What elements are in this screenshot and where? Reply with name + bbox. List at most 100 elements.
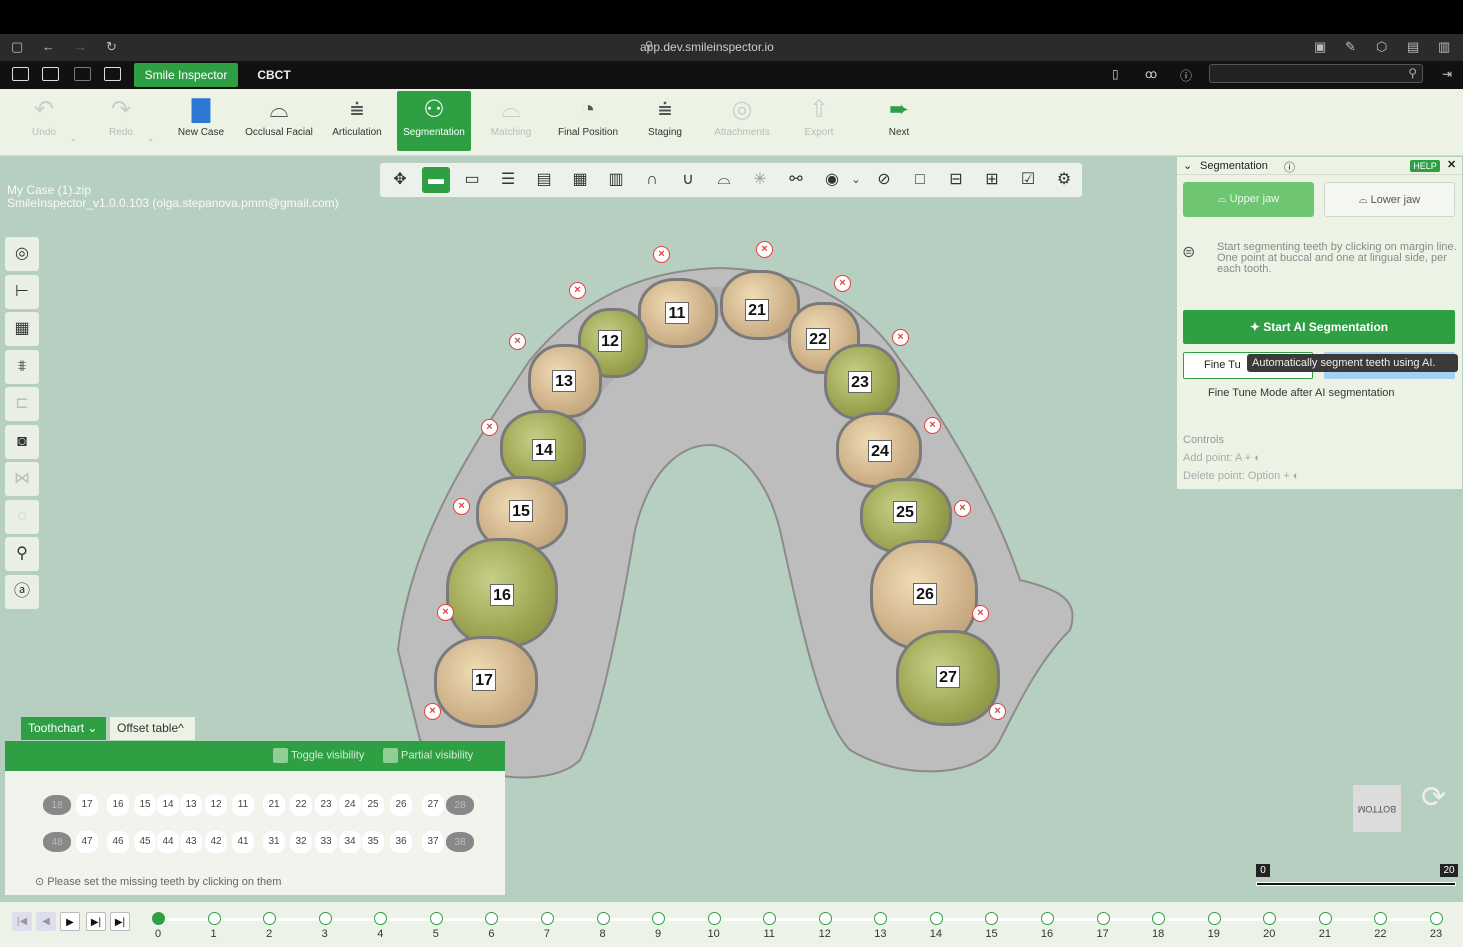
export-button[interactable]: ⇧ Export [782, 91, 856, 151]
timeline-stage-point[interactable] [485, 912, 499, 925]
toothchart-tooth[interactable]: 47 [76, 831, 98, 853]
search-input[interactable]: ⚲ [1209, 64, 1423, 83]
toothchart-tooth[interactable]: 22 [290, 794, 312, 816]
single-view-icon[interactable]: □ [906, 167, 934, 193]
start-ai-segmentation-button[interactable]: ✦ Start AI Segmentation [1183, 310, 1455, 344]
remove-point-icon[interactable]: × [424, 703, 441, 720]
help-badge[interactable]: HELP [1410, 160, 1440, 172]
ipr-tool-icon[interactable]: ⚲ [5, 537, 39, 571]
remove-point-icon[interactable]: × [509, 333, 526, 350]
toothchart-tooth[interactable]: 37 [422, 831, 444, 853]
toothchart-tooth[interactable]: 36 [390, 831, 412, 853]
toothchart-tooth[interactable]: 11 [232, 794, 254, 816]
remove-point-icon[interactable]: × [756, 241, 773, 258]
chevron-down-icon[interactable]: ⌄ [147, 134, 154, 143]
toggle-visibility-checkbox[interactable]: Toggle visibility [273, 748, 364, 763]
remove-point-icon[interactable]: × [924, 417, 941, 434]
step-back-icon[interactable]: ◀ [36, 912, 56, 931]
open-folder-icon[interactable] [12, 67, 29, 81]
timeline-stage-point[interactable] [1096, 912, 1110, 925]
timeline-stage-point[interactable] [207, 912, 221, 925]
skip-start-icon[interactable]: |◀ [12, 912, 32, 931]
toothchart-tooth[interactable]: 13 [180, 794, 202, 816]
remove-point-icon[interactable]: × [437, 604, 454, 621]
back-icon[interactable]: ← [42, 39, 55, 54]
hide-icon[interactable]: ⊘ [870, 167, 898, 193]
toothchart-tooth[interactable]: 25 [362, 794, 384, 816]
axis-tool-icon[interactable]: ⊢ [5, 274, 39, 309]
toothchart-tooth[interactable]: 26 [390, 794, 412, 816]
toothchart-tooth[interactable]: 21 [263, 794, 285, 816]
chevron-down-icon[interactable]: ⌄ [1183, 159, 1192, 172]
remove-point-icon[interactable]: × [481, 419, 498, 436]
remove-point-icon[interactable]: × [453, 498, 470, 515]
extension-icon[interactable]: ▣ [1314, 39, 1326, 55]
view-cube[interactable]: BOTTOM [1353, 785, 1401, 832]
partial-visibility-checkbox[interactable]: Partial visibility [383, 748, 473, 763]
remove-point-icon[interactable]: × [972, 605, 989, 622]
forward-icon[interactable]: → [74, 39, 87, 54]
toothchart-tooth[interactable]: 18 [43, 795, 71, 815]
toothchart-tooth[interactable]: 46 [107, 831, 129, 853]
toothchart-tooth[interactable]: 14 [157, 794, 179, 816]
toothchart-tooth[interactable]: 17 [76, 794, 98, 816]
next-button[interactable]: ➨ Next [862, 91, 936, 151]
open-file-icon[interactable] [42, 67, 59, 81]
view-right-icon[interactable]: ▥ [602, 167, 630, 193]
compare-tool-icon[interactable]: ⋈ [5, 462, 39, 496]
address-bar[interactable]: app.dev.smileinspector.io [640, 40, 774, 54]
timeline-stage-point[interactable] [818, 912, 832, 925]
timeline-stage-point[interactable] [152, 912, 165, 925]
shield-icon[interactable]: ⬡ [1376, 39, 1387, 55]
toothchart-tooth[interactable]: 24 [339, 794, 361, 816]
view-bite-icon[interactable]: ▤ [530, 167, 558, 193]
fine-tune-after-ai-option[interactable]: Fine Tune Mode after AI segmentation [1208, 387, 1395, 399]
final-position-button[interactable]: ◔ Final Position [551, 91, 625, 151]
pen-icon[interactable]: ✎ [1345, 39, 1356, 55]
toothchart-tooth[interactable]: 32 [290, 831, 312, 853]
timeline-stage-point[interactable] [1041, 912, 1055, 925]
matching-button[interactable]: ⌓ Matching [474, 91, 548, 151]
toothchart-tooth[interactable]: 41 [232, 831, 254, 853]
staging-button[interactable]: ⩧ Staging [628, 91, 702, 151]
lower-jaw-button[interactable]: ⌓ Lower jaw [1324, 182, 1455, 217]
segmentation-button[interactable]: ⚇ Segmentation [397, 91, 471, 151]
timeline-stage-point[interactable] [374, 912, 388, 925]
toothchart-tooth[interactable]: 33 [315, 831, 337, 853]
remove-point-icon[interactable]: × [569, 282, 586, 299]
info-icon[interactable]: ⓘ [1284, 159, 1295, 175]
timeline-stage-point[interactable] [1430, 912, 1443, 925]
timeline-stage-point[interactable] [652, 912, 666, 925]
articulation-button[interactable]: ⩧ Articulation [320, 91, 394, 151]
toothchart-tooth[interactable]: 42 [205, 831, 227, 853]
reader-icon[interactable]: ▤ [1407, 39, 1419, 55]
upper-jaw-button[interactable]: ⌓ Upper jaw [1183, 182, 1314, 217]
tab-toothchart[interactable]: Toothchart ⌄ [21, 717, 106, 740]
rotate-icon[interactable]: ⟳ [1421, 780, 1446, 815]
timeline-stage-point[interactable] [1152, 912, 1166, 925]
info-icon[interactable]: ⓘ [1180, 67, 1192, 84]
timeline-stage-point[interactable] [540, 912, 554, 925]
occlusion-tool-icon[interactable]: ⩨ [5, 349, 39, 384]
chevron-down-icon[interactable]: ⌄ [842, 167, 870, 193]
tab-cbct[interactable]: CBCT [248, 63, 300, 87]
toothchart-tooth[interactable]: 45 [134, 831, 156, 853]
timeline-stage-point[interactable] [1318, 912, 1332, 925]
annotate-tool-icon[interactable]: ⓐ [5, 574, 39, 609]
timeline-stage-point[interactable] [596, 912, 610, 925]
timeline-stage-point[interactable] [263, 912, 277, 925]
redo-button[interactable]: ↷ Redo ⌄ [84, 91, 158, 151]
toothchart-tooth[interactable]: 31 [263, 831, 285, 853]
toothchart-tooth[interactable]: 28 [446, 795, 474, 815]
tab-offset-table[interactable]: Offset table^ [110, 717, 195, 740]
timeline-stage-point[interactable] [874, 912, 888, 925]
overlay-tool-icon[interactable]: ◙ [5, 424, 39, 459]
view-left-icon[interactable]: ▦ [566, 167, 594, 193]
sidebar-toggle-icon[interactable]: ▢ [11, 39, 23, 55]
timeline-stage-point[interactable] [1374, 912, 1388, 925]
toothchart-tooth[interactable]: 12 [205, 794, 227, 816]
remove-point-icon[interactable]: × [653, 246, 670, 263]
remove-point-icon[interactable]: × [954, 500, 971, 517]
split-view-icon[interactable]: ⊟ [942, 167, 970, 193]
timeline-stage-point[interactable] [763, 912, 777, 925]
